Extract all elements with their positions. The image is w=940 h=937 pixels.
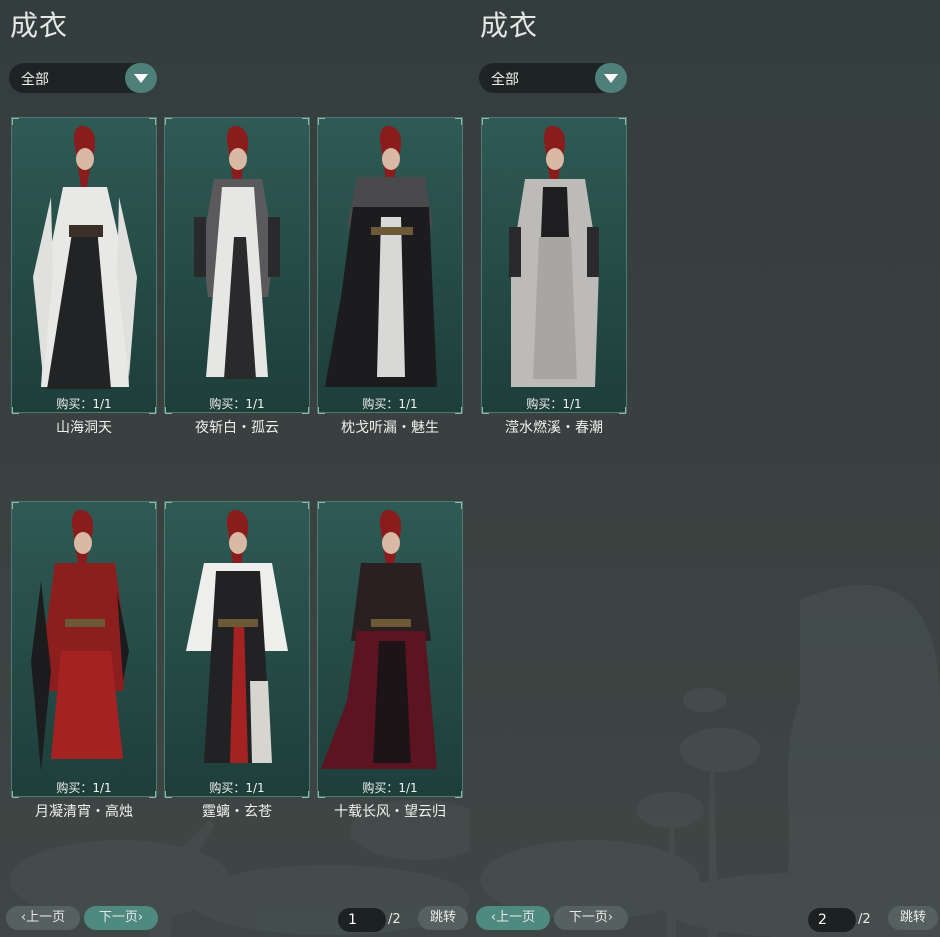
purchase-limit: 购买：1/1 [362,397,418,411]
purchase-limit: 购买：1/1 [56,781,112,795]
prev-page-button[interactable]: ‹上一页 [476,906,550,930]
outfit-card[interactable]: 购买：1/1 枕戈听漏・魅生 [317,117,463,436]
prev-page-button[interactable]: ‹上一页 [6,906,80,930]
outfit-name: 月凝清宵・高烛 [35,804,133,820]
purchase-limit: 购买：1/1 [209,397,265,411]
outfit-model-image [325,125,437,387]
outfit-name: 枕戈听漏・魅生 [341,420,439,436]
page-total: /2 [858,912,871,927]
filter-selected-value: 全部 [491,72,519,88]
page-number-input[interactable]: 2 [808,908,856,932]
outfit-name: 山海洞天 [56,420,112,436]
page-title: 成衣 [480,9,539,42]
outfit-model-image [186,509,288,763]
outfit-card[interactable]: 购买：1/1 十载长风・望云归 [317,501,463,820]
outfit-name: 滢水燃溪・春潮 [505,420,603,436]
outfit-model-image [321,509,437,769]
outfit-name: 十载长风・望云归 [334,804,446,820]
purchase-limit: 购买：1/1 [56,397,112,411]
outfit-model-image [509,125,599,387]
category-filter-dropdown[interactable]: 全部 [479,63,627,93]
dropdown-arrow-icon[interactable] [595,63,627,93]
dropdown-arrow-icon[interactable] [125,63,157,93]
outfit-model-image [31,509,129,771]
jump-button[interactable]: 跳转 [888,906,938,930]
page-title: 成衣 [10,9,69,42]
purchase-limit: 购买：1/1 [362,781,418,795]
purchase-limit: 购买：1/1 [526,397,582,411]
outfit-model-image [194,125,280,379]
outfit-card[interactable]: 购买：1/1 滢水燃溪・春潮 [481,117,627,436]
next-page-button[interactable]: 下一页› [554,906,628,930]
outfit-card[interactable]: 购买：1/1 月凝清宵・高烛 [11,501,157,820]
page-number-input[interactable]: 1 [338,908,386,932]
next-page-button[interactable]: 下一页› [84,906,158,930]
chevron-right-icon: › [607,910,614,925]
outfit-card[interactable]: 购买：1/1 山海洞天 [11,117,157,436]
filter-selected-value: 全部 [21,72,49,88]
outfit-model-image [33,125,137,389]
outfit-panel-page-2: 成衣 全部 购买：1/1 滢水燃溪・春潮 ‹上一页 下一页› 2 /2 跳转 [470,0,940,937]
chevron-right-icon: › [137,910,144,925]
category-filter-dropdown[interactable]: 全部 [9,63,157,93]
outfit-card[interactable]: 购买：1/1 夜斩白・孤云 [164,117,310,436]
jump-button[interactable]: 跳转 [418,906,468,930]
page-total: /2 [388,912,401,927]
outfit-panel-page-1: 成衣 全部 购买：1/1 山海洞天 购买：1/1 夜斩白・孤云 购买：1/1 枕… [0,0,470,937]
outfit-card[interactable]: 购买：1/1 霆螭・玄苍 [164,501,310,820]
outfit-name: 霆螭・玄苍 [202,804,272,820]
outfit-name: 夜斩白・孤云 [195,420,279,436]
purchase-limit: 购买：1/1 [209,781,265,795]
